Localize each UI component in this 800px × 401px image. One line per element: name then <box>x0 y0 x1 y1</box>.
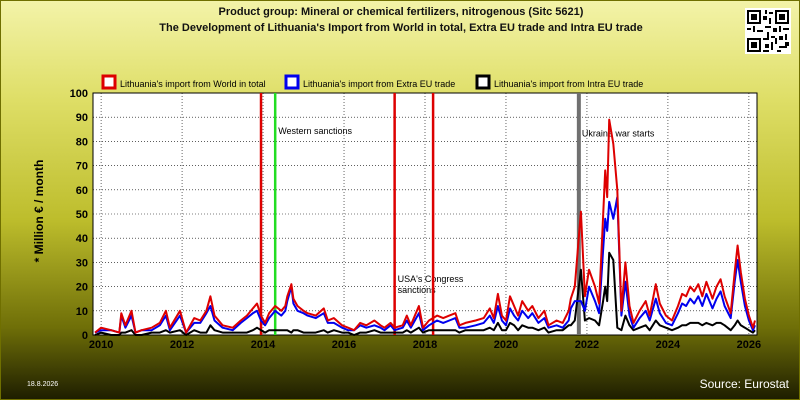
x-tick-label: 2018 <box>413 339 437 351</box>
x-tick-label: 2024 <box>656 339 681 351</box>
y-tick-label: 50 <box>76 209 88 221</box>
y-tick-label: 80 <box>76 136 88 148</box>
y-tick-label: 0 <box>82 330 88 342</box>
event-marker-label: USA's Congress <box>398 274 464 284</box>
y-tick-label: 30 <box>76 257 88 269</box>
line-chart: Western sanctions USA's Congresssanctions… <box>70 74 761 351</box>
x-tick-label: 2026 <box>737 339 761 351</box>
event-marker-label: Ukraine war starts <box>582 129 655 139</box>
source-note: Source: Eurostat <box>699 377 789 391</box>
y-tick-label: 90 <box>76 112 88 124</box>
y-tick-label: 20 <box>76 282 88 294</box>
chart-frame: Product group: Mineral or chemical ferti… <box>0 0 800 400</box>
legend-label: Lithuania's import from World in total <box>120 79 266 89</box>
x-tick-label: 2014 <box>251 339 276 351</box>
event-marker-label: Western sanctions <box>278 126 352 136</box>
x-tick-label: 2022 <box>575 339 599 351</box>
y-tick-label: 100 <box>70 88 88 100</box>
date-stamp: 18.8.2026 <box>27 381 59 388</box>
y-tick-label: 70 <box>76 161 88 173</box>
x-tick-label: 2020 <box>494 339 518 351</box>
legend-swatch <box>101 74 117 90</box>
legend-label: Lithuania's import from Intra EU trade <box>494 79 643 89</box>
y-tick-label: 60 <box>76 185 88 197</box>
event-marker-label: sanctions <box>398 285 437 295</box>
legend-label: Lithuania's import from Extra EU trade <box>303 79 455 89</box>
x-tick-label: 2016 <box>332 339 356 351</box>
x-tick-label: 2010 <box>89 339 113 351</box>
y-tick-label: 10 <box>76 306 88 318</box>
y-tick-label: 40 <box>76 233 88 245</box>
legend-swatch <box>284 74 300 90</box>
legend-swatch <box>475 74 491 90</box>
x-tick-label: 2012 <box>170 339 194 351</box>
